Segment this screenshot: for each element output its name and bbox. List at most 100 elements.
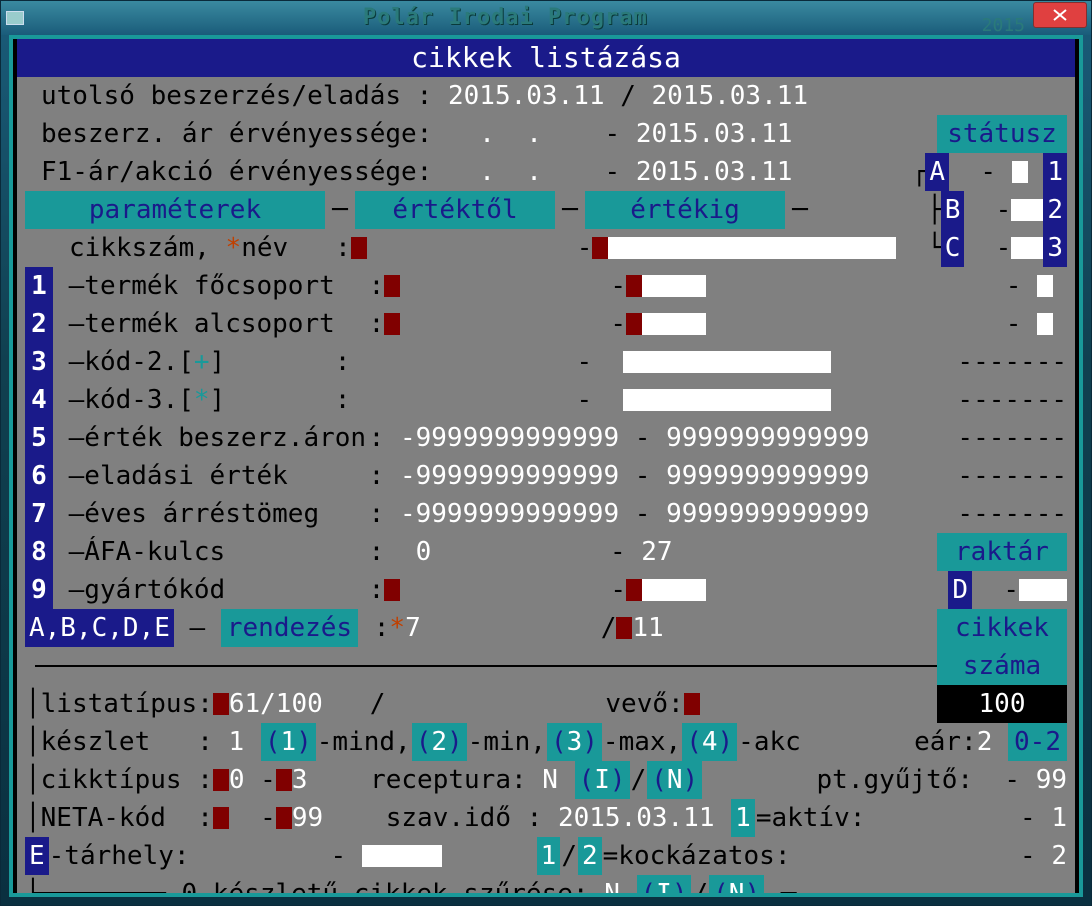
from-header: értéktől <box>355 191 555 229</box>
row3-to[interactable] <box>623 343 831 381</box>
f1-price-validity-label: F1-ár/akció érvényessége: <box>41 153 432 191</box>
close-button[interactable] <box>1033 2 1087 28</box>
from-input[interactable] <box>351 237 367 259</box>
param-header: paraméterek <box>25 191 325 229</box>
param-row-9: 9 –gyártókód : - D - <box>25 571 1067 609</box>
row-num-2: 2 <box>25 305 53 343</box>
row9-from[interactable] <box>384 579 400 601</box>
row9-to[interactable] <box>626 571 706 609</box>
ear-range: 0-2 <box>1008 723 1067 761</box>
row8-from[interactable]: 0 <box>400 533 610 571</box>
cikktipus-row: │ cikktípus : 0 - 3 receptura: N (I) / (… <box>25 761 1067 799</box>
szama-header: száma <box>937 647 1067 685</box>
row1-to[interactable] <box>626 267 706 305</box>
row-num-3: 3 <box>25 343 53 381</box>
row8-to[interactable]: 27 <box>641 533 672 571</box>
sort-val2[interactable]: 11 <box>632 609 663 647</box>
sort-star: * <box>389 609 405 647</box>
row1-from[interactable] <box>384 275 400 297</box>
row-num-1: 1 <box>25 267 53 305</box>
row4-to[interactable] <box>623 381 831 419</box>
keszlet-3[interactable]: (3) <box>547 723 602 761</box>
listatipus-row: │ listatípus: 61/100 / vevő: 100 <box>25 685 1067 723</box>
last-sale-date: 2015.03.11 <box>652 77 809 115</box>
cikktipus-from[interactable]: 0 <box>229 761 245 799</box>
cikkek-header: cikkek <box>937 609 1067 647</box>
row-num-9: 9 <box>25 571 53 609</box>
status-C-val: 3 <box>1043 229 1067 267</box>
app-window: Polár Irodai Program 2015 cikkek listázá… <box>0 0 1092 906</box>
purchase-price-from: . . <box>432 115 589 153</box>
purchase-price-validity-label: beszerz. ár érvényessége: <box>41 115 432 153</box>
row5-to[interactable]: 9999999999999 <box>666 419 870 457</box>
param-row-2: 2 –termék alcsoport : - - <box>25 305 1067 343</box>
param-row-7: 7 –éves árréstömeg : -9999999999999 - 99… <box>25 495 1067 533</box>
param-row-8: 8 –ÁFA-kulcs : 0 - 27 raktár <box>25 533 1067 571</box>
keszlet-4[interactable]: (4) <box>682 723 737 761</box>
status-A: A <box>925 153 949 191</box>
status-A-val: 1 <box>1043 153 1067 191</box>
kockazatos-val[interactable]: 2 <box>1051 837 1067 875</box>
row-num-8: 8 <box>25 533 53 571</box>
zero-stock-filter-row: └──────── 0 készletű cikkek szűrése: N (… <box>25 875 1067 897</box>
szavido-date[interactable]: 2015.03.11 <box>558 799 715 837</box>
keszlet-1[interactable]: (1) <box>261 723 316 761</box>
row2-right-box[interactable] <box>1037 313 1053 335</box>
tarhely-1[interactable]: 1 <box>537 837 561 875</box>
status-A-block[interactable] <box>1012 161 1028 183</box>
app-year-shadow: 2015 <box>982 1 1031 35</box>
neta-row: │ NETA-kód : - 99 szav.idő : 2015.03.11 … <box>25 799 1067 837</box>
terminal-area: cikkek listázása utolsó beszerzés/eladás… <box>9 35 1083 897</box>
system-menu-icon[interactable] <box>1 1 29 35</box>
status-B-val: 2 <box>1043 191 1067 229</box>
szav-1[interactable]: 1 <box>731 799 755 837</box>
to-input[interactable] <box>592 229 896 267</box>
keszlet-row: │ készlet : 1 (1) -mind, (2) -min, (3) -… <box>25 723 1067 761</box>
sort-row: A,B,C,D,E – rendezés : * 7 / 11 cikkek <box>25 609 1067 647</box>
row6-from[interactable]: -9999999999999 <box>400 457 619 495</box>
row6-dashes: ------- <box>957 457 1067 495</box>
zero-N[interactable]: (N) <box>709 875 764 897</box>
vevo-input[interactable] <box>684 693 700 715</box>
row7-to[interactable]: 9999999999999 <box>666 495 870 533</box>
status-B: B <box>941 191 965 229</box>
sort-val1[interactable]: 7 <box>405 609 421 647</box>
param-row-cikkszam: cikkszám, *név : - └ C - 3 <box>25 229 1067 267</box>
cikktipus-to[interactable]: 3 <box>292 761 308 799</box>
row-num-7: 7 <box>25 495 53 533</box>
keszlet-2[interactable]: (2) <box>412 723 467 761</box>
f1-price-from: . . <box>432 153 589 191</box>
tarhely-input[interactable] <box>362 837 442 875</box>
status-C: C <box>941 229 965 267</box>
receptura-N[interactable]: (N) <box>647 761 702 799</box>
receptura-val[interactable]: N <box>542 761 558 799</box>
row-num-6: 6 <box>25 457 53 495</box>
row2-to[interactable] <box>626 305 706 343</box>
cikkek-count: 100 <box>937 685 1067 723</box>
row5-from[interactable]: -9999999999999 <box>400 419 619 457</box>
row6-to[interactable]: 9999999999999 <box>666 457 870 495</box>
tarhely-2[interactable]: 2 <box>578 837 602 875</box>
receptura-I[interactable]: (I) <box>575 761 630 799</box>
row2-from[interactable] <box>384 313 400 335</box>
last-purchase-sale-label: utolsó beszerzés/eladás : <box>41 77 432 115</box>
param-row-5: 5 –érték beszerz.áron : -9999999999999 -… <box>25 419 1067 457</box>
row7-from[interactable]: -9999999999999 <box>400 495 619 533</box>
tarhely-E: E <box>25 837 49 875</box>
neta-val[interactable]: 99 <box>292 799 323 837</box>
ear-val[interactable]: 2 <box>977 723 993 761</box>
listatipus-val[interactable]: 61/100 <box>229 685 323 723</box>
row1-right-box[interactable] <box>1037 275 1053 297</box>
row3-dashes: ------- <box>957 343 1067 381</box>
page-title: cikkek listázása <box>17 39 1075 77</box>
param-row-3: 3 –kód-2.[+] : - ------- <box>25 343 1067 381</box>
ptgyujto-val[interactable]: 99 <box>1036 761 1067 799</box>
param-row-6: 6 –eladási érték : -9999999999999 - 9999… <box>25 457 1067 495</box>
f1-price-to: 2015.03.11 <box>636 153 793 191</box>
keszlet-val[interactable]: 1 <box>229 723 245 761</box>
zero-val[interactable]: N <box>604 875 620 897</box>
zero-I[interactable]: (I) <box>637 875 692 897</box>
aktiv-val[interactable]: 1 <box>1051 799 1067 837</box>
row4-dashes: ------- <box>957 381 1067 419</box>
row7-dashes: ------- <box>957 495 1067 533</box>
